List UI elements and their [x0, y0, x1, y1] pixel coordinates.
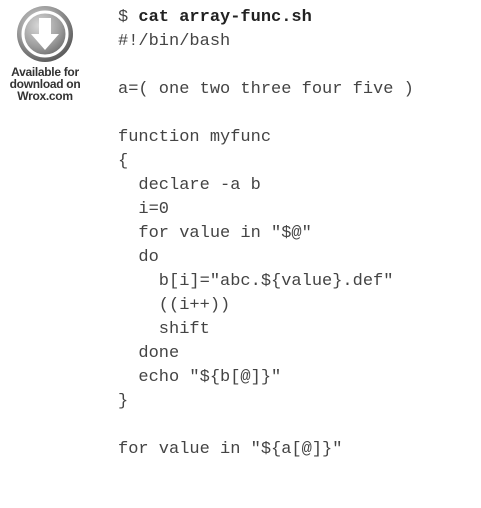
- code-line: function myfunc: [118, 128, 272, 147]
- code-line: done: [118, 344, 180, 363]
- code-line: echo "${b[@]}": [118, 368, 282, 387]
- code-line: do: [118, 248, 159, 267]
- code-line: {: [118, 152, 129, 171]
- code-line: shift: [118, 320, 210, 339]
- code-line: for value in "$@": [118, 224, 312, 243]
- badge-line-3: Wrox.com: [17, 89, 73, 103]
- command-line: $ cat array-func.sh: [118, 6, 414, 30]
- code-line: ((i++)): [118, 296, 231, 315]
- badge-caption: Available for download on Wrox.com: [2, 66, 88, 102]
- download-badge[interactable]: Available for download on Wrox.com: [2, 4, 88, 102]
- code-line: b[i]="abc.${value}.def": [118, 272, 394, 291]
- code-line: for value in "${a[@]}": [118, 440, 343, 459]
- code-line: }: [118, 392, 129, 411]
- code-line: declare -a b: [118, 176, 261, 195]
- shell-command: cat array-func.sh: [138, 8, 312, 27]
- code-line: a=( one two three four five ): [118, 80, 414, 99]
- download-arrow-icon: [17, 6, 73, 62]
- code-line: #!/bin/bash: [118, 32, 231, 51]
- code-line: i=0: [118, 200, 170, 219]
- shell-prompt: $: [118, 8, 139, 27]
- code-listing: $ cat array-func.sh #!/bin/bash a=( one …: [118, 6, 414, 462]
